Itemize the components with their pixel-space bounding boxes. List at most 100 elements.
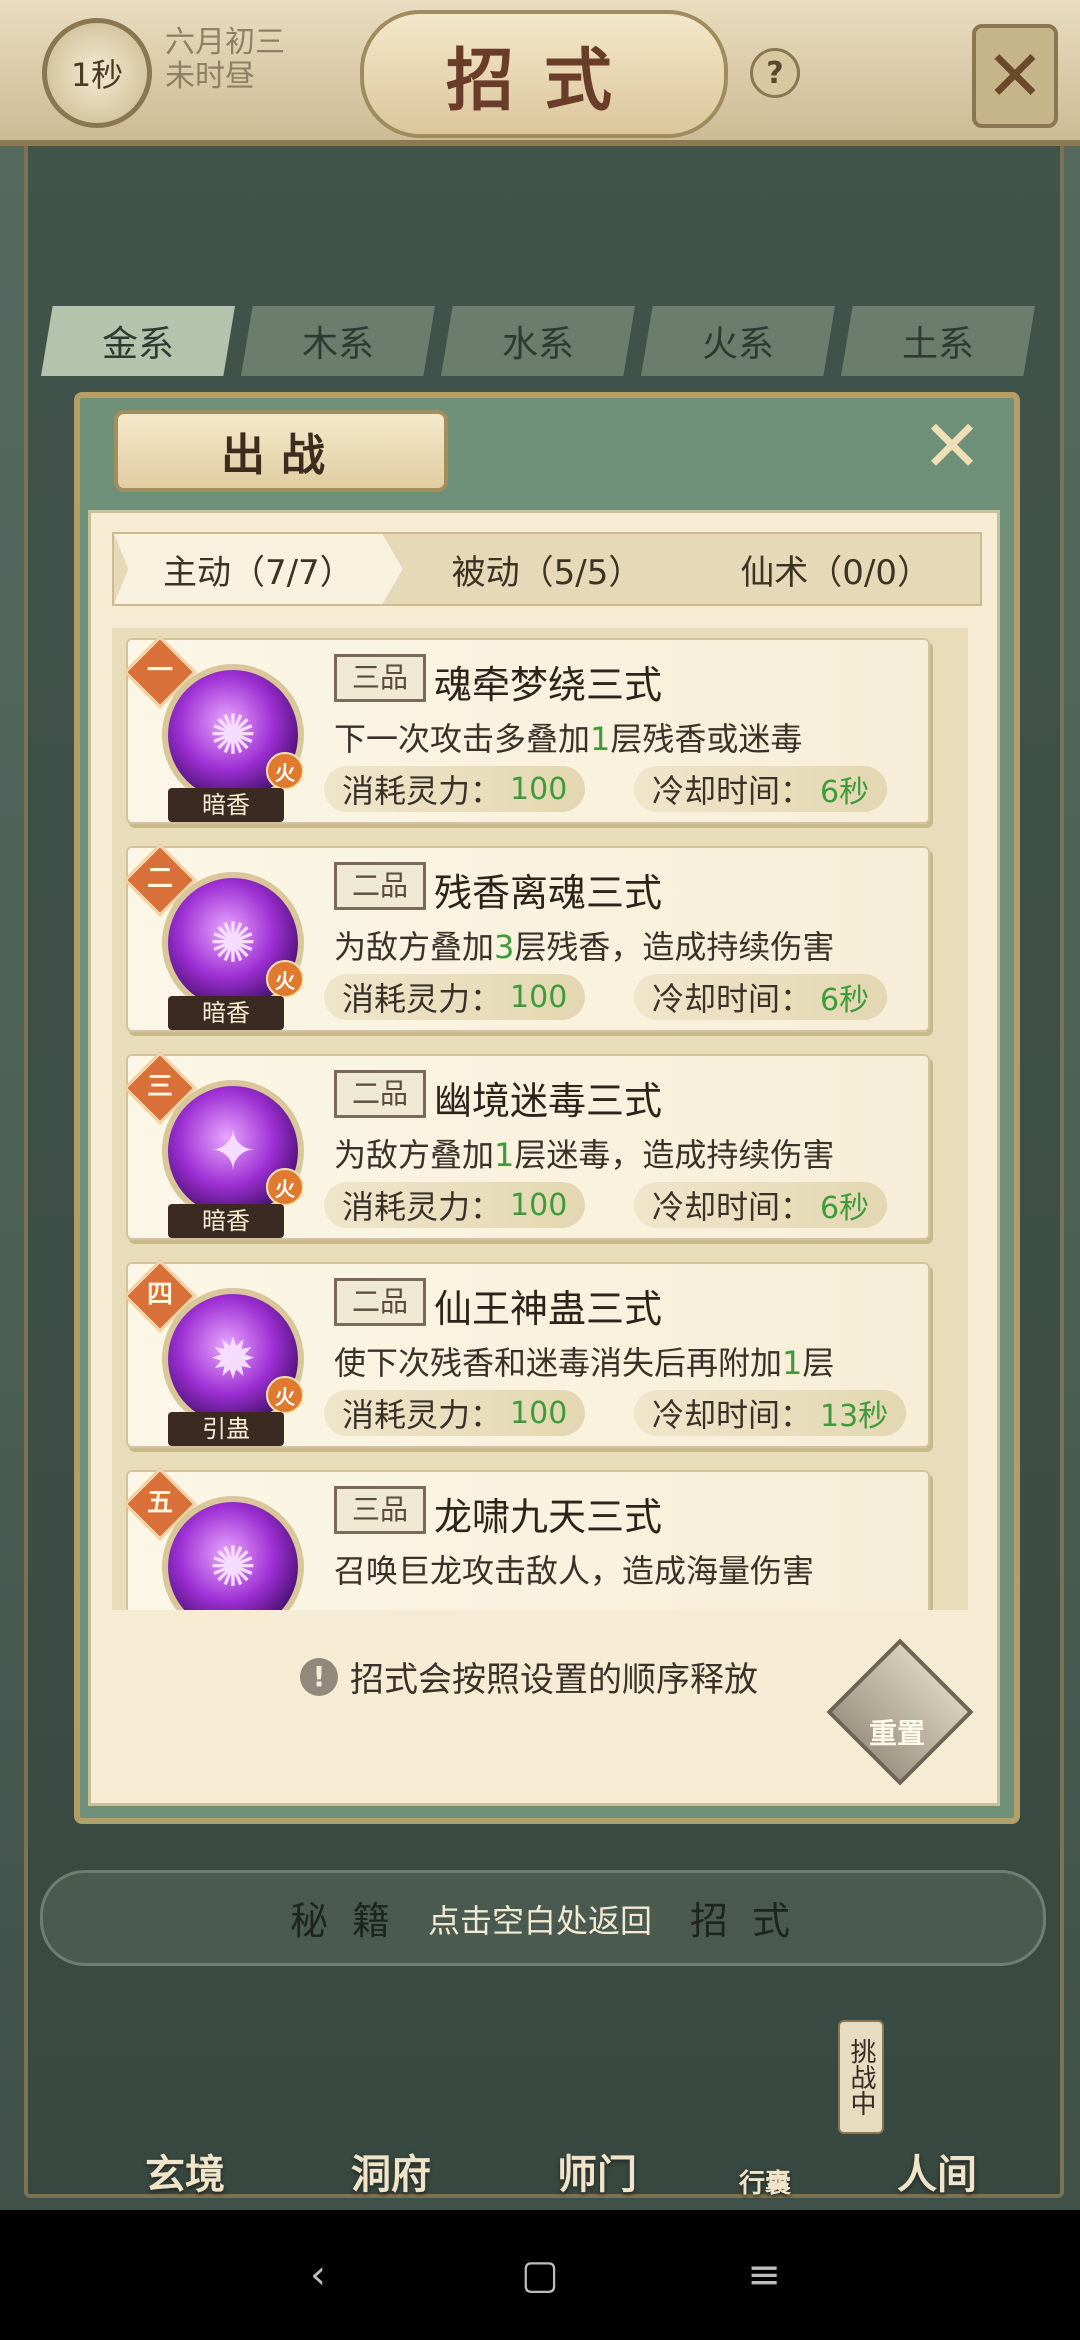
lunar-day: 六月初三 bbox=[165, 25, 285, 60]
nav-shimen[interactable]: 师门 bbox=[522, 2040, 672, 2200]
rank-number: 三 bbox=[146, 1072, 173, 1102]
cooldown-label: 冷却时间： bbox=[652, 1396, 813, 1434]
desc-text: 为敌方叠加 bbox=[334, 928, 495, 966]
element-tabs: 金系 木系 水系 火系 土系 bbox=[38, 306, 1038, 376]
close-icon[interactable]: ✕ bbox=[972, 24, 1058, 128]
nav-xuanjing[interactable]: 玄境 bbox=[110, 2040, 260, 2200]
fire-element-icon: 火 bbox=[266, 960, 304, 998]
desc-number: 1 bbox=[782, 1344, 803, 1382]
rank-number: 一 bbox=[146, 656, 173, 686]
mana-cost: 消耗灵力： 100 bbox=[324, 766, 586, 812]
tab-fire[interactable]: 火系 bbox=[641, 306, 835, 376]
skill-description: 为敌方叠加3层残香，造成持续伤害 bbox=[334, 922, 834, 968]
desc-text: 层 bbox=[802, 1344, 835, 1382]
mana-value: 100 bbox=[510, 1187, 568, 1223]
skill-description: 召唤巨龙攻击敌人，造成海量伤害 bbox=[334, 1546, 814, 1592]
tab-immortal-arts[interactable]: 仙术（0/0） bbox=[691, 534, 980, 604]
cooldown-value: 13秒 bbox=[820, 1399, 889, 1434]
title-plaque: 招式 bbox=[360, 10, 728, 138]
desc-text: 为敌方叠加 bbox=[334, 1136, 495, 1174]
skill-card[interactable]: 四 ✹ 火 引蛊 二品 仙王神蛊三式 使下次残香和迷毒消失后再附加1层 消耗灵力… bbox=[123, 1259, 930, 1448]
desc-text: 使下次残香和迷毒消失后再附加 bbox=[334, 1344, 783, 1382]
tab-metal[interactable]: 金系 bbox=[41, 306, 235, 376]
desc-text: 层迷毒，造成持续伤害 bbox=[514, 1136, 835, 1174]
mana-cost: 消耗灵力： 100 bbox=[324, 1390, 586, 1436]
mana-label: 消耗灵力： bbox=[342, 1396, 503, 1434]
cooldown-value: 6秒 bbox=[820, 983, 870, 1018]
skill-description: 下一次攻击多叠加1层残香或迷毒 bbox=[334, 714, 802, 760]
desc-number: 3 bbox=[494, 928, 515, 966]
skill-category: 暗香 bbox=[168, 996, 284, 1030]
rank-number: 二 bbox=[146, 864, 173, 894]
skill-list[interactable]: 一 ✺ 火 暗香 三品 魂牵梦绕三式 下一次攻击多叠加1层残香或迷毒 消耗灵力：… bbox=[112, 628, 968, 1610]
skill-category: 暗香 bbox=[168, 788, 284, 822]
nav-xingnang[interactable]: 行囊 bbox=[690, 2040, 840, 2200]
cooldown: 冷却时间： 13秒 bbox=[634, 1390, 907, 1436]
modal-close-icon[interactable]: ✕ bbox=[916, 404, 988, 488]
skill-name: 魂牵梦绕三式 bbox=[434, 663, 663, 707]
skill-name: 残香离魂三式 bbox=[434, 871, 663, 915]
cooldown-label: 冷却时间： bbox=[652, 980, 813, 1018]
tab-moves[interactable]: 招式 bbox=[690, 1890, 814, 1945]
skill-card[interactable]: 一 ✺ 火 暗香 三品 魂牵梦绕三式 下一次攻击多叠加1层残香或迷毒 消耗灵力：… bbox=[123, 635, 930, 824]
skill-category: 引蛊 bbox=[168, 1412, 284, 1446]
tab-wood[interactable]: 木系 bbox=[241, 306, 435, 376]
mana-label: 消耗灵力： bbox=[342, 980, 503, 1018]
nav-dongfu[interactable]: 洞府 bbox=[316, 2040, 466, 2200]
lunar-hour: 未时昼 bbox=[165, 59, 255, 94]
modal-title-plaque: 出战 bbox=[114, 410, 448, 492]
challenge-badge[interactable]: 挑战中 bbox=[838, 2020, 884, 2134]
help-icon[interactable]: ? bbox=[750, 48, 800, 98]
cooldown: 冷却时间： 6秒 bbox=[634, 974, 888, 1020]
tab-active-skills[interactable]: 主动（7/7） bbox=[114, 534, 403, 604]
reset-label[interactable]: 重置 bbox=[852, 1712, 942, 1752]
mana-label: 消耗灵力： bbox=[342, 772, 503, 810]
mana-value: 100 bbox=[510, 979, 568, 1015]
desc-text: 下一次攻击多叠加 bbox=[334, 720, 591, 758]
cooldown: 冷却时间： 6秒 bbox=[634, 1182, 888, 1228]
mana-value: 100 bbox=[510, 771, 568, 807]
skill-card[interactable]: 五 ✺ 三品 龙啸九天三式 召唤巨龙攻击敌人，造成海量伤害 bbox=[123, 1467, 930, 1610]
desc-number: 1 bbox=[590, 720, 611, 758]
menu-icon[interactable]: ≡ bbox=[734, 2250, 794, 2300]
home-icon[interactable]: ▢ bbox=[510, 2250, 570, 2300]
cooldown-label: 冷却时间： bbox=[652, 772, 813, 810]
desc-text: 召唤巨龙攻击敌人，造成海量伤害 bbox=[334, 1552, 815, 1590]
skill-grade: 二品 bbox=[334, 862, 426, 910]
desc-number: 1 bbox=[494, 1136, 515, 1174]
tap-to-return-hint: 点击空白处返回 bbox=[427, 1902, 652, 1940]
mana-label: 消耗灵力： bbox=[342, 1188, 503, 1226]
tab-water[interactable]: 水系 bbox=[441, 306, 635, 376]
skill-grade: 三品 bbox=[334, 1486, 426, 1534]
skill-grade: 三品 bbox=[334, 654, 426, 702]
desc-text: 层残香，造成持续伤害 bbox=[514, 928, 835, 966]
order-notice: ! 招式会按照设置的顺序释放 bbox=[300, 1652, 758, 1701]
skill-card[interactable]: 三 ✦ 火 暗香 二品 幽境迷毒三式 为敌方叠加1层迷毒，造成持续伤害 消耗灵力… bbox=[123, 1051, 930, 1240]
skill-name: 龙啸九天三式 bbox=[434, 1495, 663, 1539]
skill-category: 暗香 bbox=[168, 1204, 284, 1238]
fire-element-icon: 火 bbox=[266, 752, 304, 790]
skill-grade: 二品 bbox=[334, 1070, 426, 1118]
tab-earth[interactable]: 土系 bbox=[841, 306, 1035, 376]
cooldown-value: 6秒 bbox=[820, 1191, 870, 1226]
fire-element-icon: 火 bbox=[266, 1168, 304, 1206]
skill-card[interactable]: 二 ✺ 火 暗香 二品 残香离魂三式 为敌方叠加3层残香，造成持续伤害 消耗灵力… bbox=[123, 843, 930, 1032]
mana-value: 100 bbox=[510, 1395, 568, 1431]
cooldown-value: 6秒 bbox=[820, 775, 870, 810]
lunar-date: 六月初三 未时昼 bbox=[165, 26, 285, 94]
rank-number: 五 bbox=[146, 1488, 173, 1518]
info-icon: ! bbox=[300, 1657, 338, 1696]
notice-text: 招式会按照设置的顺序释放 bbox=[350, 1660, 758, 1700]
page-title: 招式 bbox=[445, 40, 642, 121]
mana-cost: 消耗灵力： 100 bbox=[324, 1182, 586, 1228]
skill-description: 使下次残香和迷毒消失后再附加1层 bbox=[334, 1338, 834, 1384]
skill-type-tabs: 主动（7/7） 被动（5/5） 仙术（0/0） bbox=[112, 532, 982, 606]
desc-text: 层残香或迷毒 bbox=[610, 720, 803, 758]
skill-description: 为敌方叠加1层迷毒，造成持续伤害 bbox=[334, 1130, 834, 1176]
tab-passive-skills[interactable]: 被动（5/5） bbox=[403, 534, 692, 604]
rank-number: 四 bbox=[146, 1280, 173, 1310]
timer-badge: 1秒 bbox=[42, 18, 152, 128]
back-icon[interactable]: ‹ bbox=[288, 2250, 348, 2300]
nav-renjian[interactable]: 人间 bbox=[862, 2040, 1012, 2200]
fire-element-icon: 火 bbox=[266, 1376, 304, 1414]
